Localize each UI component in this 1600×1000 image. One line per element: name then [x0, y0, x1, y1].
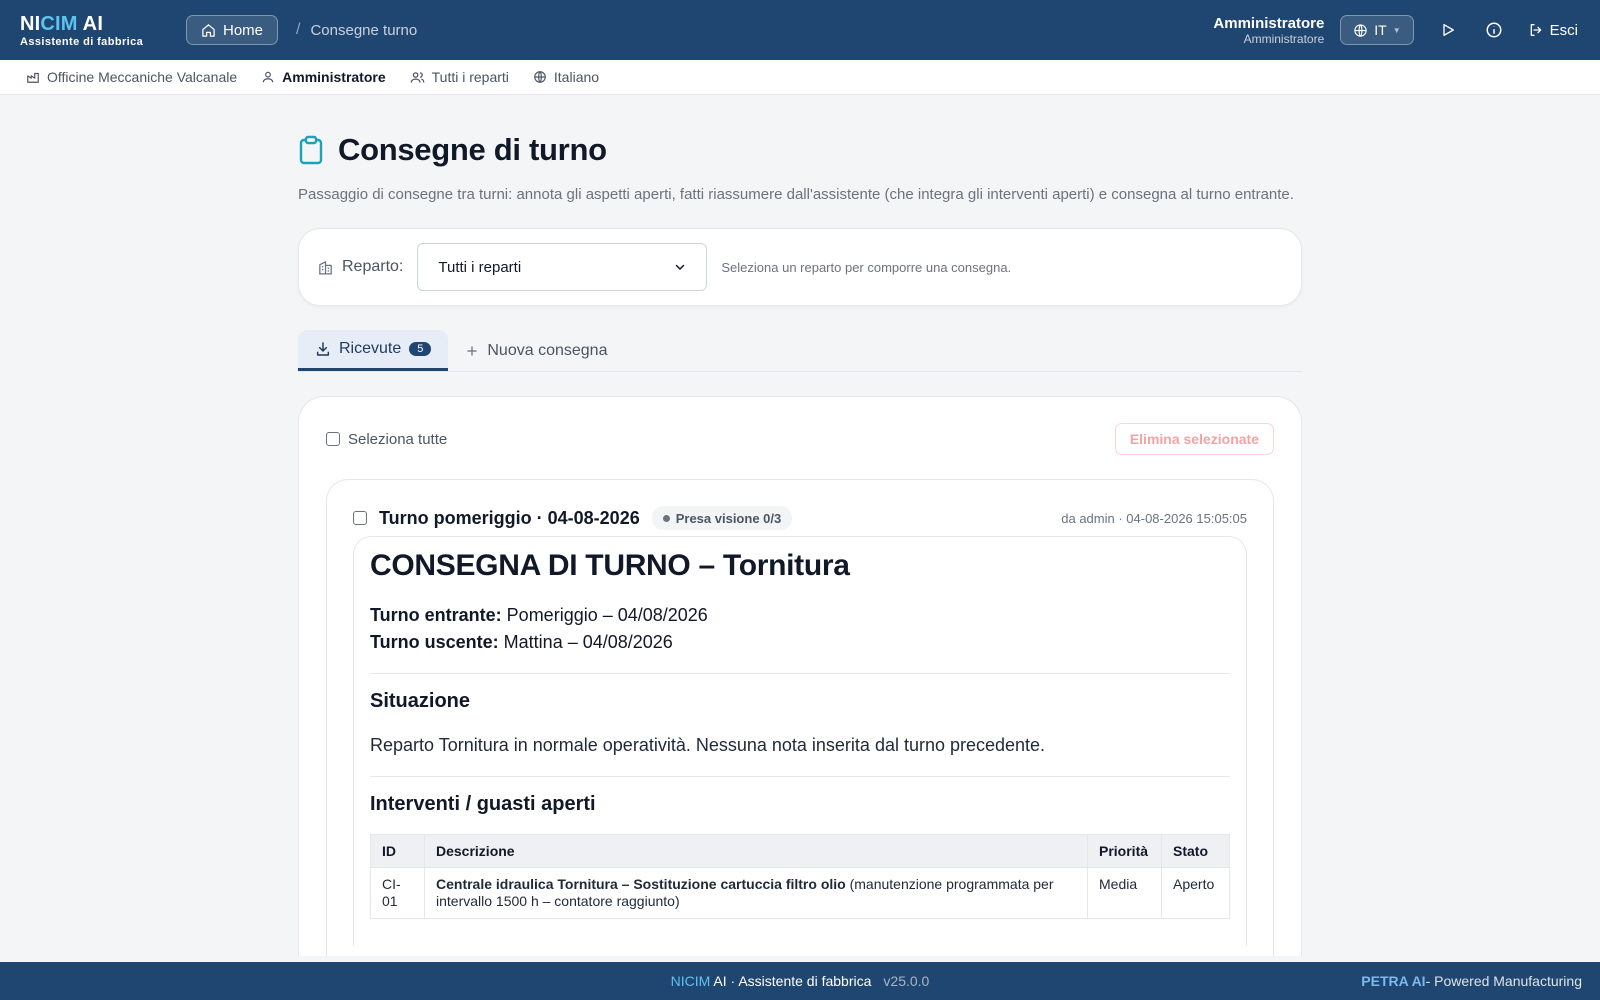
main-content: Consegne di turno Passaggio di consegne …: [298, 95, 1302, 956]
table-header-row: ID Descrizione Priorità Stato: [370, 834, 1230, 868]
brand-subtitle: Assistente di fabbrica: [20, 35, 144, 48]
language-name: Italiano: [553, 69, 600, 85]
tab-received[interactable]: Ricevute 5: [298, 330, 449, 371]
plus-icon: [465, 344, 479, 358]
handoff-meta: da admin · 04-08-2026 15:05:05: [1061, 510, 1247, 526]
info-button[interactable]: [1482, 18, 1506, 42]
cell-id: CI-01: [370, 867, 425, 919]
page-description: Passaggio di consegne tra turni: annota …: [298, 186, 1294, 203]
globe-icon: [1353, 23, 1368, 38]
department-item: Tutti i reparti: [410, 69, 509, 85]
tab-received-count: 5: [409, 342, 432, 356]
cell-description: Centrale idraulica Tornitura – Sostituzi…: [424, 867, 1088, 919]
play-button[interactable]: [1436, 18, 1460, 42]
select-all-checkbox[interactable]: [326, 432, 340, 446]
logout-button[interactable]: Esci: [1528, 22, 1578, 39]
clipboard-icon: [298, 135, 324, 165]
tab-received-label: Ricevute: [339, 340, 402, 357]
company-name: Officine Meccaniche Valcanale: [47, 69, 238, 85]
divider: [370, 673, 1230, 674]
factory-icon: [26, 70, 40, 84]
current-user-name: Amministratore: [282, 69, 386, 85]
column-header-description: Descrizione: [424, 834, 1088, 868]
select-all-label: Seleziona tutte: [348, 430, 448, 448]
interventions-table: ID Descrizione Priorità Stato CI-01 Cent…: [370, 834, 1230, 919]
logout-label: Esci: [1549, 21, 1578, 39]
handoff-tabs: Ricevute 5 Nuova consegna: [298, 330, 1302, 372]
list-toolbar: Seleziona tutte Elimina selezionate: [326, 423, 1274, 455]
language-code: IT: [1374, 22, 1387, 38]
user-role: Amministratore: [1243, 31, 1325, 46]
breadcrumb-separator: /: [296, 21, 301, 38]
handoff-list: Seleziona tutte Elimina selezionate Turn…: [298, 396, 1302, 956]
department-select-value: Tutti i reparti: [438, 258, 522, 276]
footer: NICIM AI · Assistente di fabbrica v25.0.…: [0, 962, 1600, 1000]
logout-icon: [1528, 22, 1544, 38]
tab-new-handoff[interactable]: Nuova consegna: [448, 330, 624, 371]
situation-heading: Situazione: [370, 690, 471, 712]
situation-text: Reparto Tornitura in normale operatività…: [370, 735, 1046, 755]
chevron-down-icon: ▼: [1392, 25, 1401, 35]
download-icon: [315, 341, 331, 357]
language-item: Italiano: [533, 69, 599, 85]
delete-selected-button[interactable]: Elimina selezionate: [1114, 423, 1274, 455]
play-icon: [1440, 22, 1456, 38]
handoff-checkbox[interactable]: [353, 511, 367, 525]
home-icon: [201, 23, 216, 38]
globe-icon: [533, 70, 547, 84]
interventions-heading: Interventi / guasti aperti: [370, 793, 596, 815]
tab-new-handoff-label: Nuova consegna: [487, 341, 608, 359]
outgoing-shift: Turno uscente: Mattina – 04/08/2026: [370, 632, 673, 652]
context-bar: Officine Meccaniche Valcanale Amministra…: [0, 60, 1600, 95]
status-text: Presa visione 0/3: [675, 510, 782, 526]
incoming-shift: Turno entrante: Pomeriggio – 04/08/2026: [370, 605, 708, 625]
chevron-down-icon: [674, 261, 686, 273]
table-row: CI-01 Centrale idraulica Tornitura – Sos…: [370, 867, 1230, 919]
company-item: Officine Meccaniche Valcanale: [26, 69, 237, 85]
handoff-document: CONSEGNA DI TURNO – Tornitura Turno entr…: [353, 536, 1247, 946]
footer-version: v25.0.0: [883, 973, 930, 989]
page-title: Consegne di turno: [338, 132, 607, 167]
cell-status: Aperto: [1161, 867, 1230, 919]
footer-powered-by[interactable]: PETRA AI - Powered Manufacturing: [1361, 962, 1582, 1000]
department-select[interactable]: Tutti i reparti: [417, 243, 708, 291]
page-header: Consegne di turno: [298, 132, 1302, 168]
home-button[interactable]: Home: [186, 15, 279, 45]
user-icon: [261, 70, 275, 84]
info-icon: [1485, 21, 1503, 39]
column-header-priority: Priorità: [1087, 834, 1162, 868]
select-all[interactable]: Seleziona tutte: [326, 431, 447, 448]
department-hint: Seleziona un reparto per comporre una co…: [721, 259, 1012, 275]
status-badge: Presa visione 0/3: [651, 506, 793, 530]
handoff-title: Turno pomeriggio · 04-08-2026: [379, 507, 640, 528]
cell-priority: Media: [1087, 867, 1162, 919]
current-user-item: Amministratore: [261, 69, 386, 85]
handoff-header: Turno pomeriggio · 04-08-2026 Presa visi…: [353, 480, 1247, 532]
user-info: Amministratore Amministratore: [1213, 15, 1324, 46]
department-name: Tutti i reparti: [431, 69, 509, 85]
department-filter-card: Reparto: Tutti i reparti Seleziona un re…: [298, 228, 1302, 306]
users-icon: [410, 70, 425, 85]
divider: [370, 776, 1230, 777]
department-filter-label: Reparto:: [317, 258, 403, 276]
status-dot-icon: [662, 514, 670, 522]
top-bar: NICIM AI Assistente di fabbrica Home / C…: [0, 0, 1600, 60]
breadcrumb-current: Consegne turno: [310, 21, 418, 39]
language-selector[interactable]: IT ▼: [1340, 15, 1414, 45]
brand-logo[interactable]: NICIM AI Assistente di fabbrica: [20, 13, 164, 48]
user-name: Amministratore: [1213, 14, 1325, 32]
brand-name: NICIM AI: [20, 12, 104, 35]
column-header-status: Stato: [1161, 834, 1230, 868]
building-icon: [317, 259, 334, 276]
footer-brand: NICIM AI · Assistente di fabbrica: [670, 973, 872, 989]
column-header-id: ID: [370, 834, 425, 868]
handoff-card: Turno pomeriggio · 04-08-2026 Presa visi…: [326, 479, 1274, 956]
home-label: Home: [223, 21, 264, 39]
document-heading: CONSEGNA DI TURNO – Tornitura: [370, 549, 850, 582]
shift-info: Turno entrante: Pomeriggio – 04/08/2026 …: [370, 605, 1230, 653]
